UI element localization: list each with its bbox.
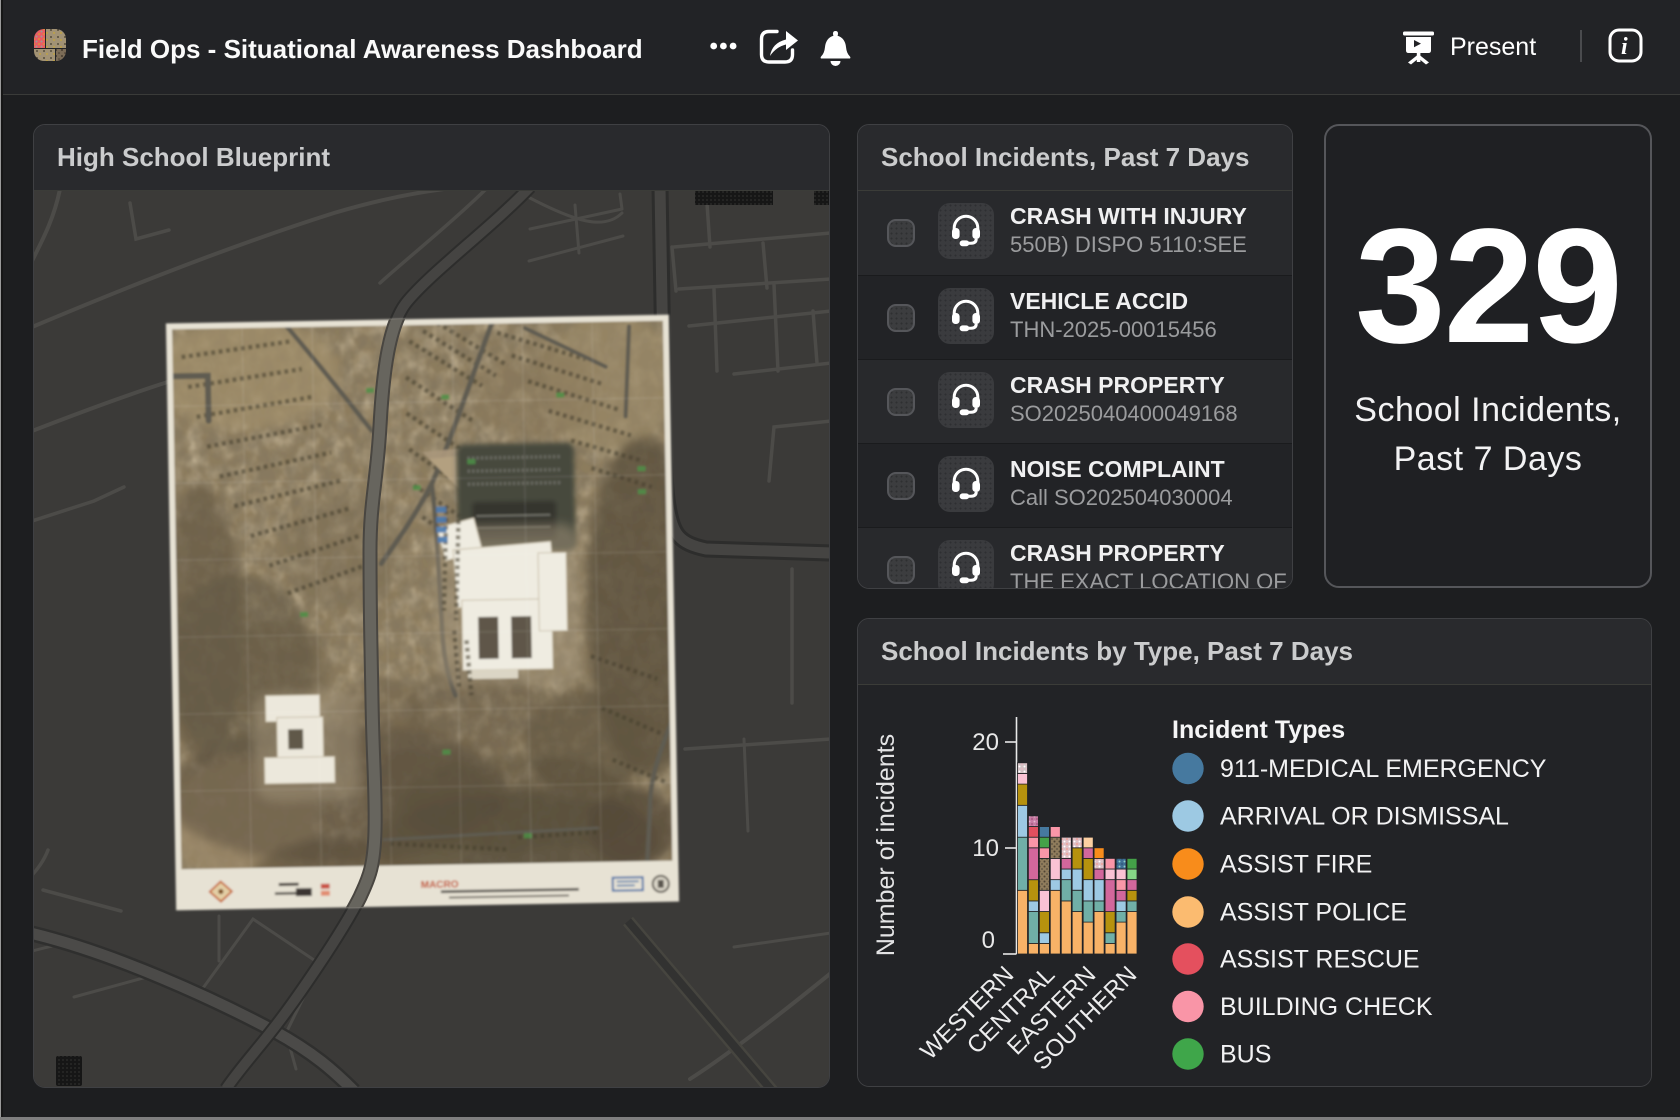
svg-text:ASSIST POLICE: ASSIST POLICE [1220,899,1407,927]
svg-text:0: 0 [982,927,995,954]
svg-text:ARRIVAL OR DISMISSAL: ARRIVAL OR DISMISSAL [1220,803,1509,831]
svg-text:Present: Present [1450,33,1536,61]
svg-text:BUS: BUS [1220,1041,1271,1069]
svg-text:Number of incidents: Number of incidents [872,734,900,956]
svg-text:i: i [1621,34,1628,60]
svg-text:Incident Types: Incident Types [1172,716,1345,744]
svg-text:911-MEDICAL EMERGENCY: 911-MEDICAL EMERGENCY [1220,755,1547,783]
svg-text:ASSIST FIRE: ASSIST FIRE [1220,851,1372,879]
svg-text:20: 20 [972,729,999,756]
svg-text:BUILDING CHECK: BUILDING CHECK [1220,993,1433,1021]
svg-text:ASSIST RESCUE: ASSIST RESCUE [1220,946,1420,974]
svg-text:10: 10 [972,835,999,862]
svg-text:MACRO: MACRO [421,879,459,891]
